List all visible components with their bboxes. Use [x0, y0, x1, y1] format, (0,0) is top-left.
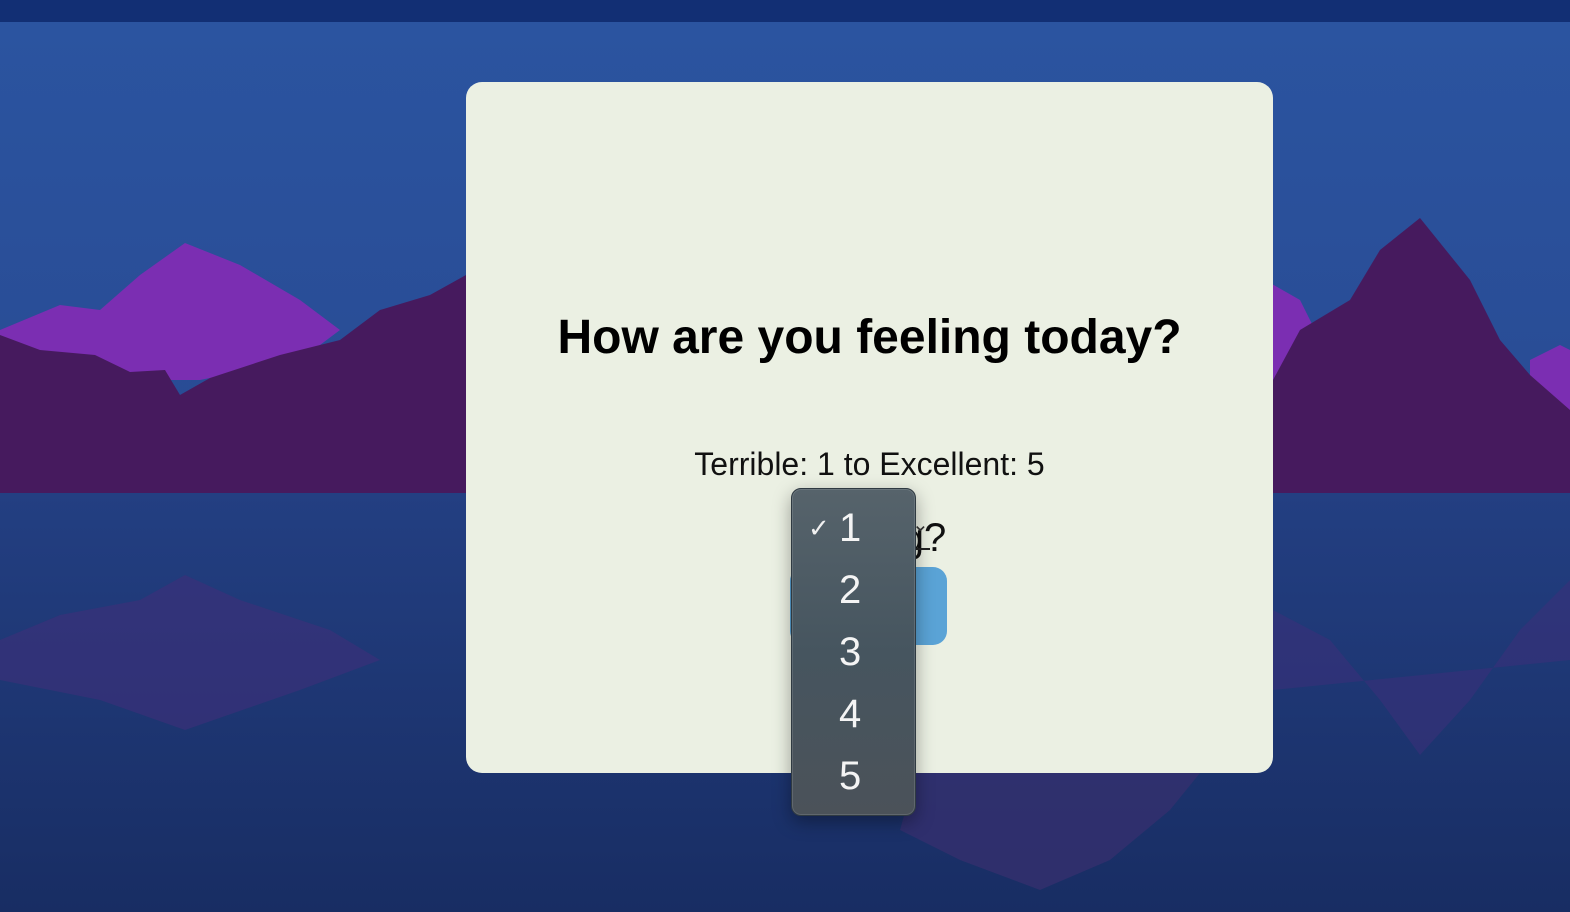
dropdown-option-3[interactable]: 3 [792, 621, 915, 683]
option-label: 4 [839, 692, 862, 736]
dropdown-option-2[interactable]: 2 [792, 559, 915, 621]
option-label: 3 [839, 630, 862, 674]
scale-description: Terrible: 1 to Excellent: 5 [694, 446, 1045, 482]
check-icon: ✓ [808, 513, 830, 543]
option-label: 5 [839, 754, 862, 798]
dropdown-option-1[interactable]: ✓ 1 [792, 497, 915, 559]
feeling-dropdown-menu[interactable]: ✓ 1 2 3 4 5 [791, 488, 916, 816]
page-title: How are you feeling today? [557, 311, 1182, 364]
dropdown-option-4[interactable]: 4 [792, 683, 915, 745]
top-bar [0, 0, 1570, 22]
option-label: 2 [839, 568, 862, 612]
option-label: 1 [839, 506, 862, 550]
dropdown-option-5[interactable]: 5 [792, 745, 915, 807]
